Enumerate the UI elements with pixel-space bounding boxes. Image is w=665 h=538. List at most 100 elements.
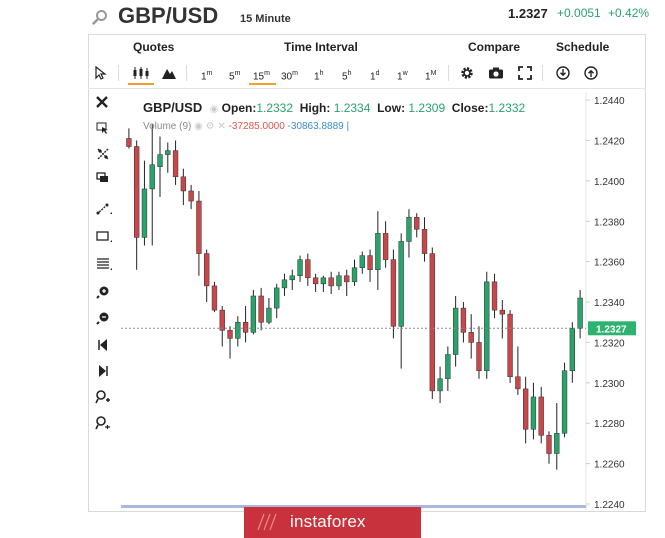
candle-body: [188, 190, 194, 202]
current-price-label: 1.2327: [596, 324, 627, 335]
fullscreen-icon[interactable]: [518, 66, 532, 80]
measure-move-icon[interactable]: [95, 416, 111, 430]
candle-body: [281, 279, 288, 289]
volume-positive: -30863.8889: [287, 121, 344, 132]
instaforex-logo: instaforex: [244, 507, 421, 538]
interval-5m[interactable]: 5m: [229, 65, 240, 83]
cursor-icon[interactable]: [95, 66, 107, 80]
menu-quotes[interactable]: Quotes: [133, 40, 174, 54]
menu-compare[interactable]: Compare: [468, 40, 520, 54]
candle-body: [157, 154, 163, 167]
remove-icon[interactable]: ✕: [217, 121, 225, 132]
price-change-percent: +0.42%: [608, 6, 650, 20]
interval-5h[interactable]: 5h: [342, 65, 351, 83]
candle-body: [367, 255, 373, 270]
scroll-right-icon[interactable]: [98, 364, 108, 378]
low-value: 1.2309: [408, 101, 446, 115]
candle-body: [289, 275, 295, 281]
candle-body: [305, 259, 311, 279]
candle-body: [421, 229, 428, 254]
y-tick-label: 1.2360: [594, 258, 625, 269]
candle-body: [484, 281, 490, 371]
candle-body: [172, 150, 179, 178]
candle-body: [336, 275, 342, 287]
select-tool-icon[interactable]: [96, 122, 110, 134]
search-icon[interactable]: [92, 9, 108, 25]
close-value: 1.2332: [488, 101, 526, 115]
candle-body: [554, 433, 560, 454]
symbol-header: GBP/USD 15 Minute 1.2327 +0.0051 +0.42%: [0, 0, 665, 34]
interval-1m[interactable]: 1m: [201, 65, 212, 83]
scroll-left-icon[interactable]: [98, 338, 108, 352]
candle-body: [530, 396, 537, 430]
clone-icon[interactable]: [96, 172, 110, 184]
candle-body: [196, 200, 202, 254]
candle-body: [561, 370, 568, 434]
low-label: Low:: [377, 101, 406, 115]
fibonacci-icon[interactable]: [96, 257, 112, 271]
candle-body: [491, 281, 498, 311]
interval-15m[interactable]: 15m: [253, 65, 270, 83]
upload-icon[interactable]: [584, 66, 598, 80]
candle-body: [297, 259, 303, 277]
candle-body: [429, 253, 435, 392]
candle-body: [134, 146, 140, 238]
candle-body: [126, 138, 132, 147]
candle-body: [546, 435, 552, 454]
camera-icon[interactable]: [488, 67, 504, 79]
candle-body: [235, 321, 241, 339]
magnet-icon[interactable]: [96, 147, 110, 161]
candle-body: [359, 255, 365, 268]
legend-symbol: GBP/USD: [143, 100, 203, 115]
eye-icon[interactable]: ◉: [194, 121, 203, 132]
measure-plus-icon[interactable]: [95, 390, 111, 404]
y-tick-label: 1.2420: [594, 136, 625, 147]
candle-body: [165, 150, 171, 155]
candle-body: [258, 295, 264, 323]
candle-body: [219, 309, 225, 331]
candle-body: [569, 328, 575, 371]
y-tick-label: 1.2340: [594, 298, 625, 309]
candle-body: [227, 330, 233, 339]
rectangle-tool-icon[interactable]: [96, 230, 112, 244]
trendline-icon[interactable]: [96, 202, 112, 216]
candlestick-chart-icon[interactable]: [132, 66, 150, 80]
candle-body: [437, 378, 443, 392]
volume-legend: Volume (9) ◉ ⚙ ✕ -37285.0000 -30863.8889…: [143, 121, 350, 132]
candle-body: [211, 285, 218, 311]
gear-icon[interactable]: [460, 66, 474, 80]
zoom-out-icon[interactable]: [96, 311, 110, 325]
candle-body: [180, 176, 187, 192]
y-tick-label: 1.2280: [594, 419, 625, 430]
close-icon[interactable]: [96, 96, 108, 108]
y-tick-label: 1.2400: [594, 177, 625, 188]
interval-1d[interactable]: 1d: [370, 65, 379, 83]
interval-1-month[interactable]: 1M: [425, 65, 436, 83]
download-icon[interactable]: [556, 66, 570, 80]
symbol-title[interactable]: GBP/USD: [118, 3, 218, 29]
interval-1w[interactable]: 1w: [397, 65, 408, 83]
price-chart[interactable]: 1.2440 1.2420 1.2400 1.2380 1.2360 1.2340 1.23…: [118, 92, 658, 510]
menu-schedule[interactable]: Schedule: [556, 40, 609, 54]
candle-body: [382, 233, 389, 260]
candle-body: [398, 241, 404, 327]
candle-body: [515, 376, 521, 390]
candle-body: [344, 275, 350, 283]
open-value: 1.2332: [256, 101, 294, 115]
eye-icon[interactable]: ◉: [210, 104, 219, 115]
settings-icon[interactable]: ⚙: [206, 121, 215, 132]
candle-body: [406, 216, 412, 242]
zoom-in-icon[interactable]: [96, 285, 110, 299]
volume-period: (9): [179, 121, 192, 132]
candle-body: [390, 259, 397, 327]
logo-mark-icon: [257, 513, 277, 531]
area-chart-icon[interactable]: [162, 67, 176, 79]
volume-negative: -37285.0000: [228, 121, 285, 132]
y-tick-label: 1.2380: [594, 217, 625, 228]
menu-time-interval[interactable]: Time Interval: [284, 40, 358, 54]
interval-1h[interactable]: 1h: [314, 65, 323, 83]
candle-body: [274, 287, 280, 309]
interval-label: 15 Minute: [240, 13, 291, 25]
ohlc-legend: GBP/USD ◉ Open:1.2332 High: 1.2334 Low: …: [143, 100, 525, 115]
interval-30m[interactable]: 30m: [281, 65, 298, 83]
